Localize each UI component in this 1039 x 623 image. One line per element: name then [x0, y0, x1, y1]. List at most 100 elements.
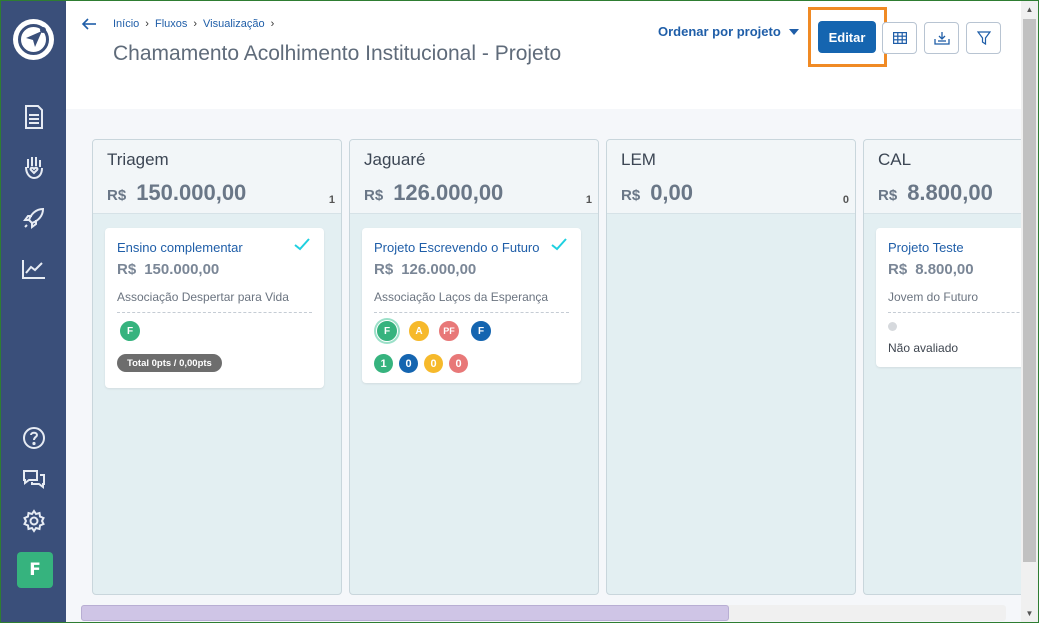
column-total: R$ 0,00 [621, 180, 693, 206]
column-total-value: 0,00 [650, 180, 694, 205]
breadcrumb-item-view[interactable]: Visualização [203, 18, 265, 30]
download-icon [933, 32, 950, 45]
scroll-up-arrow-icon[interactable]: ▲ [1021, 1, 1038, 18]
total-points-pill: Total 0pts / 0,00pts [117, 354, 222, 372]
card-value: R$ 126.000,00 [374, 261, 476, 278]
card-value: R$ 8.800,00 [888, 261, 974, 278]
app-logo[interactable] [13, 19, 54, 60]
sidebar-item-reports[interactable] [1, 251, 66, 287]
breadcrumb: Início › Fluxos › Visualização › [113, 18, 274, 30]
help-icon [22, 427, 45, 449]
horizontal-scrollbar[interactable] [81, 605, 1006, 621]
column-total: R$ 126.000,00 [364, 180, 503, 206]
card-divider [374, 312, 569, 313]
evaluator-badge[interactable]: F [119, 320, 141, 342]
download-button[interactable] [924, 22, 959, 54]
rocket-icon [22, 207, 44, 229]
card-divider [117, 312, 312, 313]
gear-icon [22, 509, 45, 533]
breadcrumb-separator: › [270, 18, 275, 30]
breadcrumb-separator: › [145, 18, 149, 30]
check-icon [294, 238, 310, 251]
sidebar-item-chat[interactable] [1, 461, 66, 497]
breadcrumb-item-home[interactable]: Início [113, 18, 139, 30]
column-header: Triagem R$ 150.000,00 1 [93, 140, 341, 214]
project-card[interactable]: Projeto Teste R$ 8.800,00 Jovem do Futuro… [876, 228, 1021, 367]
caret-down-icon [788, 28, 799, 35]
count-badge: 0 [424, 354, 443, 373]
card-value: R$ 150.000,00 [117, 261, 219, 278]
card-organization: Associação Laços da Esperança [374, 290, 549, 304]
currency-label: R$ [364, 187, 384, 204]
card-title[interactable]: Projeto Escrevendo o Futuro [374, 240, 539, 255]
vertical-scrollbar-thumb[interactable] [1023, 19, 1036, 562]
page-title: Chamamento Acolhimento Institucional - P… [113, 42, 562, 65]
table-view-button[interactable] [882, 22, 917, 54]
sort-label: Ordenar por projeto [658, 24, 781, 39]
card-title[interactable]: Ensino complementar [117, 240, 243, 255]
project-card[interactable]: Ensino complementar R$ 150.000,00 Associa… [105, 228, 324, 388]
count-badge: 1 [374, 354, 393, 373]
column-lem: LEM R$ 0,00 0 [606, 139, 856, 595]
sidebar-item-projects[interactable] [1, 200, 66, 236]
table-icon [892, 32, 907, 44]
filter-button[interactable] [966, 22, 1001, 54]
sidebar-item-settings[interactable] [1, 503, 66, 539]
card-value-amount: 150.000,00 [144, 261, 220, 278]
user-avatar[interactable]: F [17, 552, 53, 588]
evaluator-badge[interactable]: F [470, 320, 492, 342]
check-icon [551, 238, 567, 251]
evaluator-badge[interactable]: F [376, 320, 398, 342]
navigation-arrow-icon [18, 24, 49, 55]
card-title[interactable]: Projeto Teste [888, 240, 964, 255]
count-badge: 0 [399, 354, 418, 373]
card-organization: Associação Despertar para Vida [117, 290, 289, 304]
column-total-value: 8.800,00 [907, 180, 993, 205]
column-header: LEM R$ 0,00 0 [607, 140, 855, 214]
horizontal-scrollbar-thumb[interactable] [81, 605, 729, 621]
column-name: CAL [878, 150, 912, 169]
breadcrumb-item-flows[interactable]: Fluxos [155, 18, 187, 30]
column-jaguare: Jaguaré R$ 126.000,00 1 Projeto Escreven… [349, 139, 599, 595]
card-value-amount: 8.800,00 [915, 261, 974, 278]
breadcrumb-separator: › [193, 18, 198, 30]
sidebar: F [1, 1, 66, 622]
currency-label: R$ [621, 187, 641, 204]
sidebar-item-care[interactable] [1, 149, 66, 185]
sidebar-item-documents[interactable] [1, 99, 66, 135]
project-card[interactable]: Projeto Escrevendo o Futuro R$ 126.000,00… [362, 228, 581, 383]
currency-label: R$ [374, 261, 394, 278]
evaluator-badge[interactable]: A [408, 320, 430, 342]
column-triagem: Triagem R$ 150.000,00 1 Ensino complemen… [92, 139, 342, 595]
evaluator-badge[interactable]: PF [438, 320, 460, 342]
column-total-value: 150.000,00 [136, 180, 247, 205]
column-name: LEM [621, 150, 656, 169]
column-total: R$ 150.000,00 [107, 180, 246, 206]
sidebar-item-help[interactable] [1, 420, 66, 456]
edit-button[interactable]: Editar [818, 21, 876, 53]
scroll-down-arrow-icon[interactable]: ▼ [1021, 605, 1038, 622]
currency-label: R$ [107, 187, 127, 204]
status-dot [888, 322, 897, 331]
vertical-scrollbar[interactable]: ▲ ▼ [1021, 1, 1038, 622]
column-count: 0 [842, 194, 849, 206]
evaluation-status: Não avaliado [888, 341, 959, 355]
back-arrow-icon[interactable] [80, 15, 98, 33]
card-value-amount: 126.000,00 [401, 261, 477, 278]
column-name: Jaguaré [364, 150, 426, 169]
column-cal: CAL R$ 8.800,00 Projeto Teste R$ 8.800,00… [863, 139, 1021, 595]
page-header: Início › Fluxos › Visualização › Chamame… [66, 1, 1021, 109]
chat-icon [22, 470, 45, 489]
column-total-value: 126.000,00 [393, 180, 504, 205]
count-badge: 0 [449, 354, 468, 373]
column-header: Jaguaré R$ 126.000,00 1 [350, 140, 598, 214]
column-header: CAL R$ 8.800,00 [864, 140, 1021, 214]
kanban-board: Triagem R$ 150.000,00 1 Ensino complemen… [66, 109, 1021, 622]
sort-dropdown[interactable]: Ordenar por projeto [658, 24, 799, 39]
hand-heart-icon [24, 157, 43, 180]
column-total: R$ 8.800,00 [878, 180, 993, 206]
column-name: Triagem [107, 150, 169, 169]
column-count: 1 [328, 194, 335, 206]
currency-label: R$ [888, 261, 908, 278]
card-divider [888, 312, 1021, 313]
